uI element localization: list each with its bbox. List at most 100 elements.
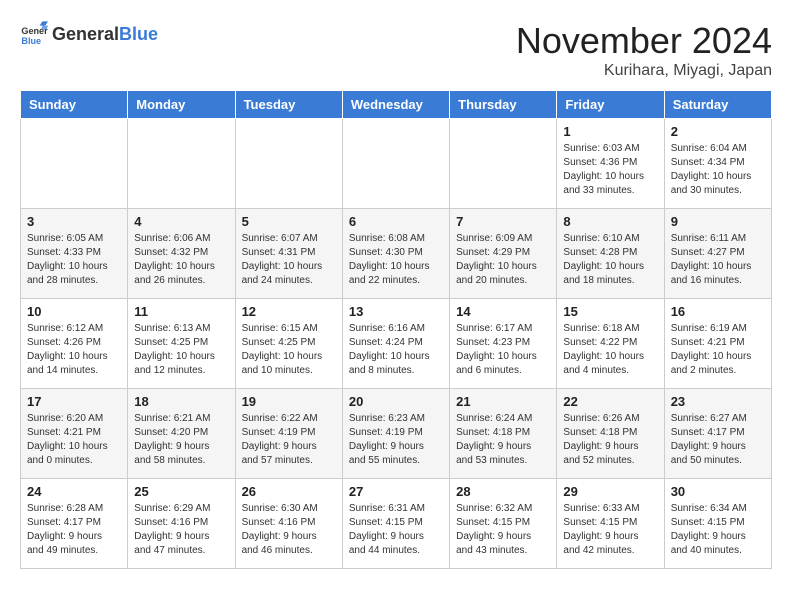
day-number: 5 xyxy=(242,214,336,229)
calendar-cell: 9Sunrise: 6:11 AMSunset: 4:27 PMDaylight… xyxy=(664,209,771,299)
calendar-week-row: 1 Sunrise: 6:03 AMSunset: 4:36 PMDaylight… xyxy=(21,119,772,209)
calendar-week-row: 17 Sunrise: 6:20 AMSunset: 4:21 PMDayligh… xyxy=(21,389,772,479)
day-number: 24 xyxy=(27,484,121,499)
calendar-cell: 5Sunrise: 6:07 AMSunset: 4:31 PMDaylight… xyxy=(235,209,342,299)
day-info: Sunrise: 6:29 AMSunset: 4:16 PMDaylight:… xyxy=(134,502,228,558)
calendar-cell xyxy=(450,119,557,209)
day-info: Sunrise: 6:04 AMSunset: 4:34 PMDaylight:… xyxy=(671,142,765,198)
day-info: Sunrise: 6:32 AMSunset: 4:15 PMDaylight:… xyxy=(456,502,550,558)
day-info: Sunrise: 6:24 AMSunset: 4:18 PMDaylight:… xyxy=(456,412,550,468)
day-info: Sunrise: 6:28 AMSunset: 4:17 PMDaylight:… xyxy=(27,502,121,558)
calendar-cell: 27 Sunrise: 6:31 AMSunset: 4:15 PMDayligh… xyxy=(342,479,449,569)
calendar-cell: 3 Sunrise: 6:05 AMSunset: 4:33 PMDaylight… xyxy=(21,209,128,299)
day-number: 21 xyxy=(456,394,550,409)
calendar-cell: 23 Sunrise: 6:27 AMSunset: 4:17 PMDayligh… xyxy=(664,389,771,479)
calendar-cell: 6 Sunrise: 6:08 AMSunset: 4:30 PMDaylight… xyxy=(342,209,449,299)
calendar-cell: 14 Sunrise: 6:17 AMSunset: 4:23 PMDayligh… xyxy=(450,299,557,389)
day-info: Sunrise: 6:03 AMSunset: 4:36 PMDaylight:… xyxy=(563,142,657,198)
day-info: Sunrise: 6:15 AMSunset: 4:25 PMDaylight:… xyxy=(242,322,336,378)
calendar-cell: 16 Sunrise: 6:19 AMSunset: 4:21 PMDayligh… xyxy=(664,299,771,389)
day-info: Sunrise: 6:19 AMSunset: 4:21 PMDaylight:… xyxy=(671,322,765,378)
day-info: Sunrise: 6:18 AMSunset: 4:22 PMDaylight:… xyxy=(563,322,657,378)
day-number: 26 xyxy=(242,484,336,499)
calendar-header-row: SundayMondayTuesdayWednesdayThursdayFrid… xyxy=(21,91,772,119)
day-number: 6 xyxy=(349,214,443,229)
day-number: 25 xyxy=(134,484,228,499)
calendar-cell xyxy=(342,119,449,209)
day-info: Sunrise: 6:26 AMSunset: 4:18 PMDaylight:… xyxy=(563,412,657,468)
calendar-cell xyxy=(235,119,342,209)
calendar-cell: 12 Sunrise: 6:15 AMSunset: 4:25 PMDayligh… xyxy=(235,299,342,389)
day-info: Sunrise: 6:17 AMSunset: 4:23 PMDaylight:… xyxy=(456,322,550,378)
calendar-cell: 20Sunrise: 6:23 AMSunset: 4:19 PMDayligh… xyxy=(342,389,449,479)
day-info: Sunrise: 6:20 AMSunset: 4:21 PMDaylight:… xyxy=(27,412,121,468)
day-number: 2 xyxy=(671,124,765,139)
calendar-cell: 13Sunrise: 6:16 AMSunset: 4:24 PMDayligh… xyxy=(342,299,449,389)
calendar-cell: 30Sunrise: 6:34 AMSunset: 4:15 PMDayligh… xyxy=(664,479,771,569)
calendar-week-row: 24 Sunrise: 6:28 AMSunset: 4:17 PMDayligh… xyxy=(21,479,772,569)
day-number: 20 xyxy=(349,394,443,409)
calendar-cell: 1 Sunrise: 6:03 AMSunset: 4:36 PMDaylight… xyxy=(557,119,664,209)
logo-icon: General Blue xyxy=(20,20,48,48)
day-number: 14 xyxy=(456,304,550,319)
calendar-cell: 28 Sunrise: 6:32 AMSunset: 4:15 PMDayligh… xyxy=(450,479,557,569)
day-number: 12 xyxy=(242,304,336,319)
column-header-saturday: Saturday xyxy=(664,91,771,119)
calendar-cell: 19Sunrise: 6:22 AMSunset: 4:19 PMDayligh… xyxy=(235,389,342,479)
day-info: Sunrise: 6:30 AMSunset: 4:16 PMDaylight:… xyxy=(242,502,336,558)
day-number: 28 xyxy=(456,484,550,499)
column-header-thursday: Thursday xyxy=(450,91,557,119)
calendar-cell: 15 Sunrise: 6:18 AMSunset: 4:22 PMDayligh… xyxy=(557,299,664,389)
day-number: 15 xyxy=(563,304,657,319)
calendar-cell: 24 Sunrise: 6:28 AMSunset: 4:17 PMDayligh… xyxy=(21,479,128,569)
day-number: 4 xyxy=(134,214,228,229)
logo-blue: Blue xyxy=(119,24,158,44)
day-number: 10 xyxy=(27,304,121,319)
calendar-cell: 17 Sunrise: 6:20 AMSunset: 4:21 PMDayligh… xyxy=(21,389,128,479)
day-number: 17 xyxy=(27,394,121,409)
column-header-tuesday: Tuesday xyxy=(235,91,342,119)
calendar-cell: 26 Sunrise: 6:30 AMSunset: 4:16 PMDayligh… xyxy=(235,479,342,569)
day-number: 29 xyxy=(563,484,657,499)
day-info: Sunrise: 6:33 AMSunset: 4:15 PMDaylight:… xyxy=(563,502,657,558)
day-number: 1 xyxy=(563,124,657,139)
day-info: Sunrise: 6:12 AMSunset: 4:26 PMDaylight:… xyxy=(27,322,121,378)
calendar-cell: 25 Sunrise: 6:29 AMSunset: 4:16 PMDayligh… xyxy=(128,479,235,569)
calendar-table: SundayMondayTuesdayWednesdayThursdayFrid… xyxy=(20,90,772,569)
calendar-cell: 22 Sunrise: 6:26 AMSunset: 4:18 PMDayligh… xyxy=(557,389,664,479)
day-number: 18 xyxy=(134,394,228,409)
day-info: Sunrise: 6:13 AMSunset: 4:25 PMDaylight:… xyxy=(134,322,228,378)
day-info: Sunrise: 6:06 AMSunset: 4:32 PMDaylight:… xyxy=(134,232,228,288)
day-info: Sunrise: 6:31 AMSunset: 4:15 PMDaylight:… xyxy=(349,502,443,558)
day-info: Sunrise: 6:08 AMSunset: 4:30 PMDaylight:… xyxy=(349,232,443,288)
day-info: Sunrise: 6:09 AMSunset: 4:29 PMDaylight:… xyxy=(456,232,550,288)
calendar-cell: 10 Sunrise: 6:12 AMSunset: 4:26 PMDayligh… xyxy=(21,299,128,389)
calendar-cell: 4 Sunrise: 6:06 AMSunset: 4:32 PMDaylight… xyxy=(128,209,235,299)
page-header: General Blue GeneralBlue November 2024 K… xyxy=(20,20,772,80)
column-header-friday: Friday xyxy=(557,91,664,119)
svg-text:Blue: Blue xyxy=(21,36,41,46)
column-header-sunday: Sunday xyxy=(21,91,128,119)
day-number: 23 xyxy=(671,394,765,409)
calendar-cell xyxy=(128,119,235,209)
day-number: 11 xyxy=(134,304,228,319)
day-number: 22 xyxy=(563,394,657,409)
day-number: 13 xyxy=(349,304,443,319)
calendar-cell: 21 Sunrise: 6:24 AMSunset: 4:18 PMDayligh… xyxy=(450,389,557,479)
column-header-monday: Monday xyxy=(128,91,235,119)
day-info: Sunrise: 6:05 AMSunset: 4:33 PMDaylight:… xyxy=(27,232,121,288)
day-info: Sunrise: 6:10 AMSunset: 4:28 PMDaylight:… xyxy=(563,232,657,288)
day-number: 3 xyxy=(27,214,121,229)
calendar-cell: 29 Sunrise: 6:33 AMSunset: 4:15 PMDayligh… xyxy=(557,479,664,569)
day-info: Sunrise: 6:27 AMSunset: 4:17 PMDaylight:… xyxy=(671,412,765,468)
location-title: Kurihara, Miyagi, Japan xyxy=(516,62,772,80)
month-title: November 2024 xyxy=(516,20,772,62)
day-number: 16 xyxy=(671,304,765,319)
day-number: 8 xyxy=(563,214,657,229)
day-number: 19 xyxy=(242,394,336,409)
calendar-week-row: 3 Sunrise: 6:05 AMSunset: 4:33 PMDaylight… xyxy=(21,209,772,299)
calendar-cell: 2 Sunrise: 6:04 AMSunset: 4:34 PMDaylight… xyxy=(664,119,771,209)
day-info: Sunrise: 6:21 AMSunset: 4:20 PMDaylight:… xyxy=(134,412,228,468)
day-number: 27 xyxy=(349,484,443,499)
day-number: 7 xyxy=(456,214,550,229)
